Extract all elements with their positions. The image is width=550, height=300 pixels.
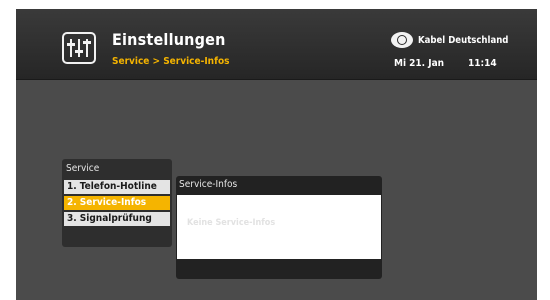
settings-sliders-icon: [62, 32, 96, 64]
menu-item-signalpruefung[interactable]: 3. Signalprüfung: [64, 212, 170, 226]
service-menu-title: Service: [66, 163, 100, 174]
tv-screen: Einstellungen Service > Service-Infos Ka…: [16, 9, 537, 300]
service-infos-panel: Service-Infos Keine Service-Infos: [176, 176, 382, 279]
current-date: Mi 21. Jan: [394, 58, 445, 69]
header-bar: Einstellungen Service > Service-Infos Ka…: [16, 9, 537, 80]
menu-item-telefon-hotline[interactable]: 1. Telefon-Hotline: [64, 180, 170, 194]
page-title: Einstellungen: [112, 30, 226, 49]
breadcrumb: Service > Service-Infos: [112, 56, 230, 67]
service-menu: Service 1. Telefon-Hotline 2. Service-In…: [62, 159, 172, 247]
brand-name: Kabel Deutschland: [418, 35, 509, 46]
service-infos-title: Service-Infos: [179, 179, 238, 190]
current-time: 11:14: [468, 58, 497, 69]
menu-item-service-infos[interactable]: 2. Service-Infos: [64, 196, 170, 210]
empty-message: Keine Service-Infos: [187, 218, 276, 228]
brand-eye-icon: [391, 32, 413, 48]
service-infos-content: Keine Service-Infos: [177, 195, 381, 259]
